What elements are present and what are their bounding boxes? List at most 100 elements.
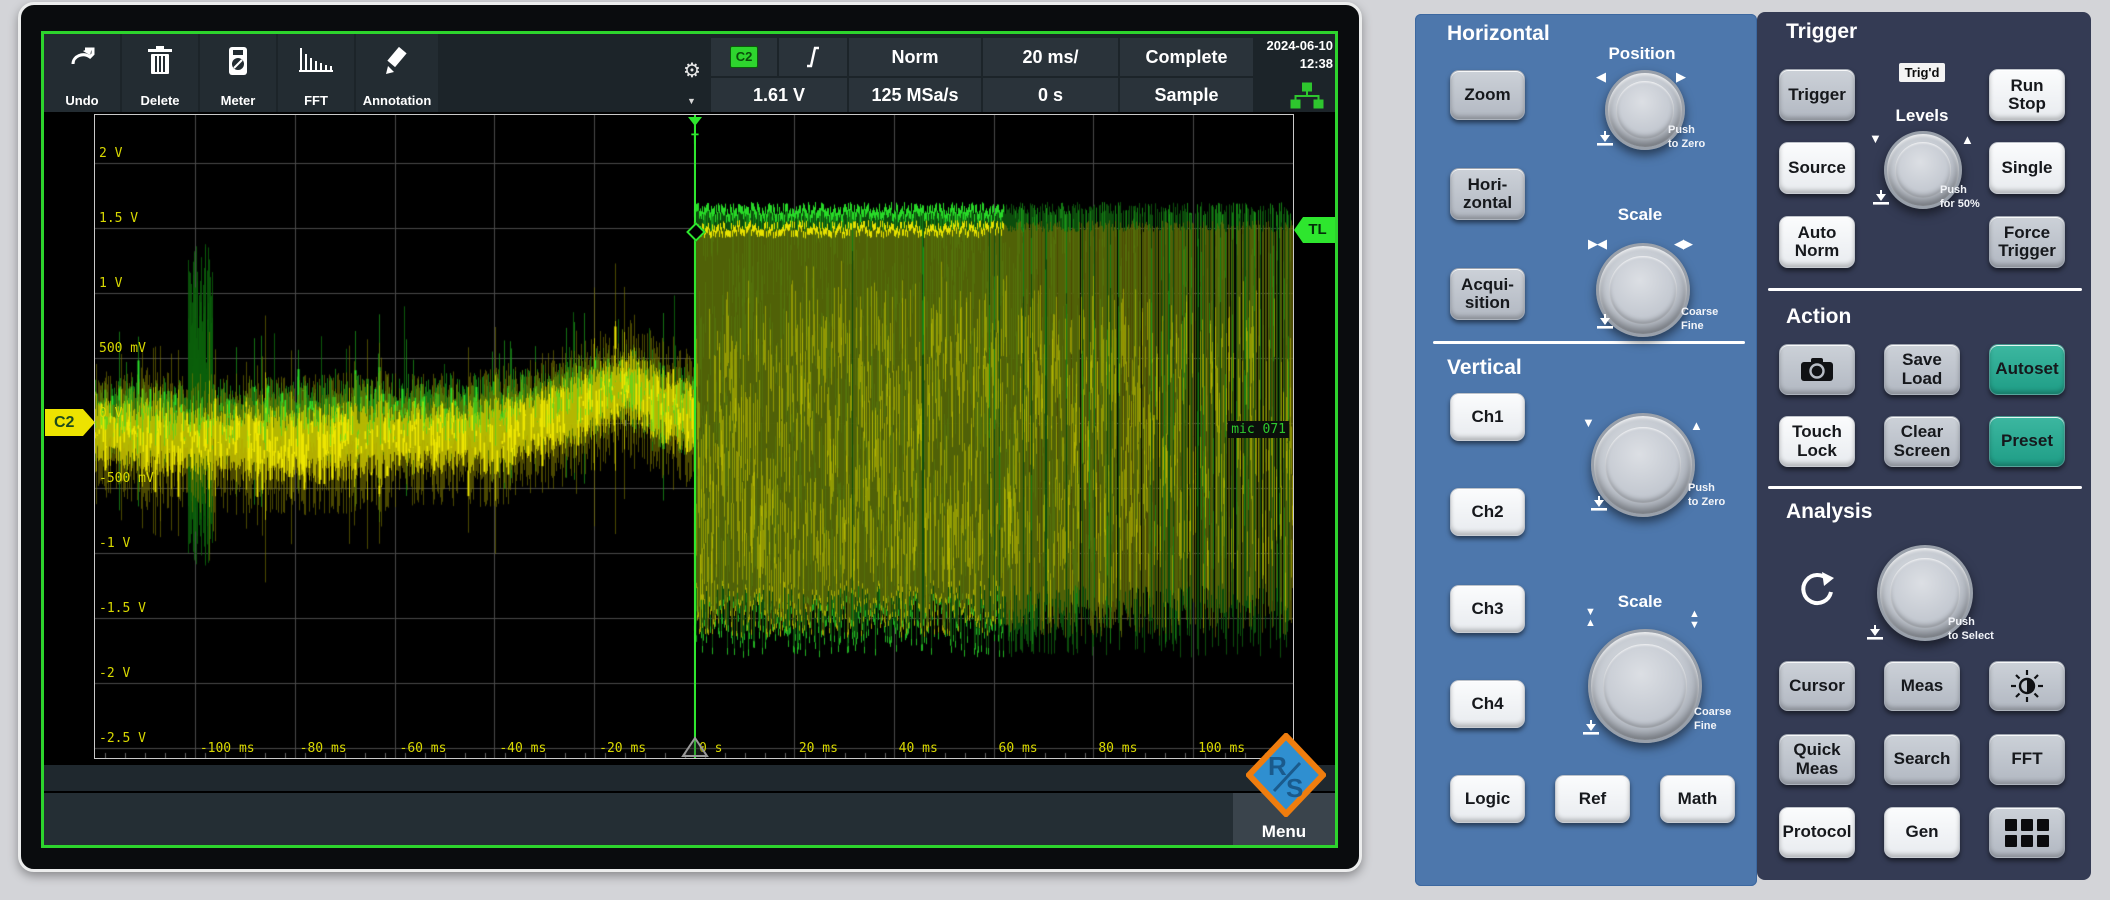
search-button[interactable]: Search xyxy=(1884,734,1960,785)
save-load-button[interactable]: Save Load xyxy=(1884,344,1960,395)
level-up-arrow-icon xyxy=(1961,133,1974,146)
run-stop-button[interactable]: Run Stop xyxy=(1989,69,2065,121)
horizontal-position-cell[interactable]: 0 s xyxy=(983,78,1118,112)
ch2-button[interactable]: Ch2 xyxy=(1450,488,1525,536)
auto-norm-button[interactable]: Auto Norm xyxy=(1779,216,1855,268)
acquisition-mode-cell[interactable]: Sample xyxy=(1120,78,1253,112)
clear-screen-button[interactable]: Clear Screen xyxy=(1884,416,1960,467)
camera-icon xyxy=(1801,357,1833,381)
logic-button[interactable]: Logic xyxy=(1450,775,1525,823)
source-button[interactable]: Source xyxy=(1779,142,1855,194)
undo-label: Undo xyxy=(65,93,99,108)
annotation-label: Annotation xyxy=(362,93,432,108)
push-marker-icon xyxy=(1597,131,1613,146)
push-marker-icon xyxy=(1591,496,1607,511)
zero-time-marker-icon[interactable] xyxy=(681,736,709,758)
menu-label: Menu xyxy=(1261,822,1307,841)
intensity-button[interactable] xyxy=(1989,661,2065,711)
trigger-position-marker[interactable]: T xyxy=(687,117,703,147)
undo-button[interactable]: Undo xyxy=(44,34,120,112)
acquisition-state-cell[interactable]: Complete xyxy=(1120,38,1253,76)
x-tick-label: 100 ms xyxy=(1198,741,1246,756)
position-left-arrow-icon xyxy=(1596,70,1606,83)
scale-expand-arrow-icon xyxy=(1674,237,1692,250)
settings-gear-icon[interactable] xyxy=(683,58,701,83)
force-trigger-button[interactable]: Force Trigger xyxy=(1989,216,2065,268)
y-tick-label: 1 V xyxy=(99,276,123,291)
trigger-slope-cell[interactable] xyxy=(779,38,847,76)
settings-caret-icon[interactable] xyxy=(687,96,696,106)
autoset-button[interactable]: Autoset xyxy=(1989,344,2065,395)
delete-label: Delete xyxy=(140,93,180,108)
gen-button[interactable]: Gen xyxy=(1884,807,1960,858)
ch3-button[interactable]: Ch3 xyxy=(1450,585,1525,633)
trigger-source-cell[interactable]: C2 xyxy=(711,38,777,76)
ref-button[interactable]: Ref xyxy=(1555,775,1630,823)
horizontal-section-title: Horizontal xyxy=(1447,22,1550,45)
y-tick-label: -1 V xyxy=(99,536,131,551)
horizontal-position-label: Position xyxy=(1608,44,1676,63)
navigation-rotate-icon xyxy=(1801,572,1834,606)
meter-button[interactable]: Meter xyxy=(200,34,276,112)
vertical-scale-compress-arrow-icon xyxy=(1585,607,1596,629)
meter-icon xyxy=(229,47,247,75)
screenshot-button[interactable] xyxy=(1779,344,1855,395)
timebase-cell[interactable]: 20 ms/ xyxy=(983,38,1118,76)
preset-button[interactable]: Preset xyxy=(1989,416,2065,467)
vertical-scale-expand-arrow-icon xyxy=(1689,609,1700,631)
trigger-section-title: Trigger xyxy=(1786,20,1858,43)
sample-rate-cell[interactable]: 125 MSa/s xyxy=(849,78,981,112)
panel-horizontal-vertical xyxy=(1415,14,1757,886)
x-tick-label: -100 ms xyxy=(199,741,255,756)
push-marker-icon xyxy=(1873,190,1889,205)
vertical-position-up-arrow-icon xyxy=(1690,419,1703,432)
trigger-source-badge: C2 xyxy=(730,46,758,68)
trigger-level-cell[interactable]: 1.61 V xyxy=(711,78,847,112)
push-marker-icon xyxy=(1867,625,1883,640)
annotation-button[interactable]: Annotation xyxy=(356,34,438,112)
apps-grid-icon xyxy=(2005,818,2049,847)
touch-lock-button[interactable]: Touch Lock xyxy=(1779,416,1855,467)
lan-status-icon xyxy=(1290,82,1324,109)
waveform-annotation-label: mic 071 xyxy=(1228,421,1289,438)
x-tick-label: -60 ms xyxy=(399,741,447,756)
y-tick-label: -1.5 V xyxy=(99,601,146,616)
position-right-arrow-icon xyxy=(1676,70,1686,83)
vertical-scale-knob[interactable] xyxy=(1588,629,1702,743)
delete-button[interactable]: Delete xyxy=(122,34,198,112)
horizontal-button[interactable]: Hori- zontal xyxy=(1450,168,1525,220)
push-to-zero-hint: Push to Zero xyxy=(1668,124,1706,150)
trigger-mode-cell[interactable]: Norm xyxy=(849,38,981,76)
vertical-section-title: Vertical xyxy=(1447,356,1522,379)
x-tick-label: -20 ms xyxy=(599,741,647,756)
x-tick-label: 60 ms xyxy=(998,741,1038,756)
protocol-button[interactable]: Protocol xyxy=(1779,807,1855,858)
fft-panel-button[interactable]: FFT xyxy=(1989,734,2065,785)
oscilloscope-ui: Undo Delete Meter FFT Annotation ⚙ ▼ C2 … xyxy=(0,0,2110,900)
trigger-marker-triangle-icon xyxy=(688,117,702,133)
single-button[interactable]: Single xyxy=(1989,142,2065,194)
ch1-button[interactable]: Ch1 xyxy=(1450,393,1525,441)
meter-label: Meter xyxy=(220,93,256,108)
zoom-button[interactable]: Zoom xyxy=(1450,70,1525,120)
quick-meas-button[interactable]: Quick Meas xyxy=(1779,734,1855,785)
trigger-position-line[interactable] xyxy=(694,115,696,758)
coarse-fine-hint: Coarse Fine xyxy=(1694,706,1732,732)
push-marker-icon xyxy=(1597,314,1613,329)
fft-button[interactable]: FFT xyxy=(278,34,354,112)
horizontal-scale-label: Scale xyxy=(1617,205,1663,224)
math-button[interactable]: Math xyxy=(1660,775,1735,823)
y-tick-label: 500 mV xyxy=(99,341,146,356)
delay-row xyxy=(44,765,1335,791)
acquisition-button[interactable]: Acqui- sition xyxy=(1450,268,1525,320)
cursor-button[interactable]: Cursor xyxy=(1779,661,1855,711)
levels-label: Levels xyxy=(1895,106,1949,125)
trigger-button[interactable]: Trigger xyxy=(1779,69,1855,121)
level-down-arrow-icon xyxy=(1869,132,1882,145)
ch4-button[interactable]: Ch4 xyxy=(1450,680,1525,728)
fft-label: FFT xyxy=(304,93,328,108)
vertical-position-down-arrow-icon xyxy=(1582,416,1595,429)
scale-compress-arrow-icon xyxy=(1588,237,1606,250)
apps-button[interactable] xyxy=(1989,807,2065,858)
meas-button[interactable]: Meas xyxy=(1884,661,1960,711)
